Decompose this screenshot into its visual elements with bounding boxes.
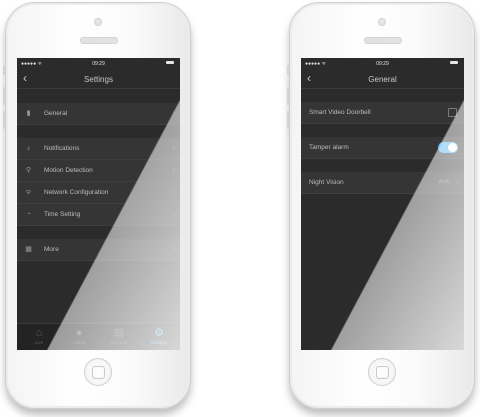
settings-item-more[interactable]: ▦ More › (17, 239, 180, 261)
tab-label: Album (72, 340, 86, 345)
tab-settings[interactable]: ⚙ Settings (139, 327, 179, 345)
status-bar: ●●●●● ᯤ 09:29 (17, 58, 180, 70)
settings-item-label: Time Setting (44, 211, 81, 218)
volume-down-button (287, 111, 289, 129)
nav-bar: ‹ Settings (17, 70, 180, 89)
toggle-knob (448, 143, 457, 152)
settings-screen: ●●●●● ᯤ 09:29 ‹ Settings ▮ General › ♪ N… (17, 58, 180, 350)
running-man-icon: ⚲ (25, 167, 32, 174)
settings-item-time-setting[interactable]: ◔ Time Setting › (17, 204, 180, 226)
mute-switch (3, 65, 5, 75)
chevron-right-icon: › (456, 177, 459, 186)
mute-switch (287, 65, 289, 75)
settings-item-label: Motion Detection (44, 167, 93, 174)
device-name-label: Smart Video Doorbell (309, 109, 371, 116)
home-button[interactable] (84, 358, 112, 386)
status-bar: ●●●●● ᯤ 09:29 (301, 58, 464, 70)
device-name-group: Smart Video Doorbell (301, 102, 464, 124)
battery-icon (166, 61, 174, 64)
front-camera (378, 18, 386, 26)
phone-icon: ▮ (26, 110, 31, 117)
volume-up-button (3, 87, 5, 105)
night-vision-value: Auto (438, 179, 450, 185)
earpiece-speaker (364, 37, 402, 44)
settings-item-label: More (44, 246, 59, 253)
settings-item-network-configuration[interactable]: ᯤ Network Configuration › (17, 182, 180, 204)
tab-album[interactable]: ● Album (59, 327, 99, 345)
settings-item-label: Notifications (44, 145, 80, 152)
tamper-alarm-toggle[interactable] (438, 142, 458, 153)
chevron-right-icon: › (172, 244, 175, 253)
earpiece-speaker (80, 37, 118, 44)
tamper-alarm-row: Tamper alarm (301, 137, 464, 159)
volume-up-button (287, 87, 289, 105)
tab-live[interactable]: ⌂ Live (19, 327, 59, 345)
tab-bar: ⌂ Live ● Album ▤ Records ⚙ Settings (17, 323, 180, 350)
night-vision-label: Night Vision (309, 179, 344, 186)
settings-item-motion-detection[interactable]: ⚲ Motion Detection › (17, 160, 180, 182)
wifi-icon: ᯤ (25, 189, 32, 196)
phone-frame-right: ●●●●● ᯤ 09:29 ‹ General Smart Video Door… (287, 2, 475, 409)
front-camera (94, 18, 102, 26)
album-icon: ● (75, 327, 83, 339)
home-button[interactable] (368, 358, 396, 386)
tamper-group: Tamper alarm (301, 137, 464, 159)
settings-item-label: General (44, 110, 68, 117)
edit-icon[interactable] (448, 108, 457, 117)
chevron-right-icon: › (172, 165, 175, 174)
volume-down-button (3, 111, 5, 129)
settings-group-more: ▦ More › (17, 239, 180, 261)
clock-icon: ◔ (26, 211, 31, 218)
grid-icon: ▦ (25, 246, 32, 253)
nav-bar: ‹ General (301, 70, 464, 89)
tab-records[interactable]: ▤ Records (99, 327, 139, 345)
page-title: General (368, 75, 397, 84)
settings-group-general: ▮ General › (17, 103, 180, 125)
general-screen: ●●●●● ᯤ 09:29 ‹ General Smart Video Door… (301, 58, 464, 350)
chevron-right-icon: › (172, 108, 175, 117)
settings-item-notifications[interactable]: ♪ Notifications › (17, 138, 180, 160)
status-time: 09:29 (376, 61, 389, 67)
chevron-right-icon: › (172, 143, 175, 152)
settings-item-general[interactable]: ▮ General › (17, 103, 180, 125)
phone-frame-left: ●●●●● ᯤ 09:29 ‹ Settings ▮ General › ♪ N… (3, 2, 191, 409)
records-icon: ▤ (113, 327, 125, 339)
chevron-right-icon: › (172, 209, 175, 218)
doorbell-icon: ⌂ (35, 327, 43, 339)
gear-icon: ⚙ (154, 327, 164, 339)
status-time: 09:29 (92, 61, 105, 67)
bell-icon: ♪ (26, 145, 31, 152)
tab-label: Settings (150, 340, 168, 345)
tab-label: Live (34, 340, 44, 345)
tamper-alarm-label: Tamper alarm (309, 144, 349, 151)
chevron-right-icon: › (172, 187, 175, 196)
night-vision-group: Night Vision Auto › (301, 172, 464, 194)
tab-label: Records (110, 340, 128, 345)
device-name-row[interactable]: Smart Video Doorbell (301, 102, 464, 124)
settings-item-label: Network Configuration (44, 189, 109, 196)
battery-icon (450, 61, 458, 64)
page-title: Settings (84, 75, 113, 84)
night-vision-row[interactable]: Night Vision Auto › (301, 172, 464, 194)
settings-group-device: ♪ Notifications › ⚲ Motion Detection › ᯤ… (17, 138, 180, 226)
